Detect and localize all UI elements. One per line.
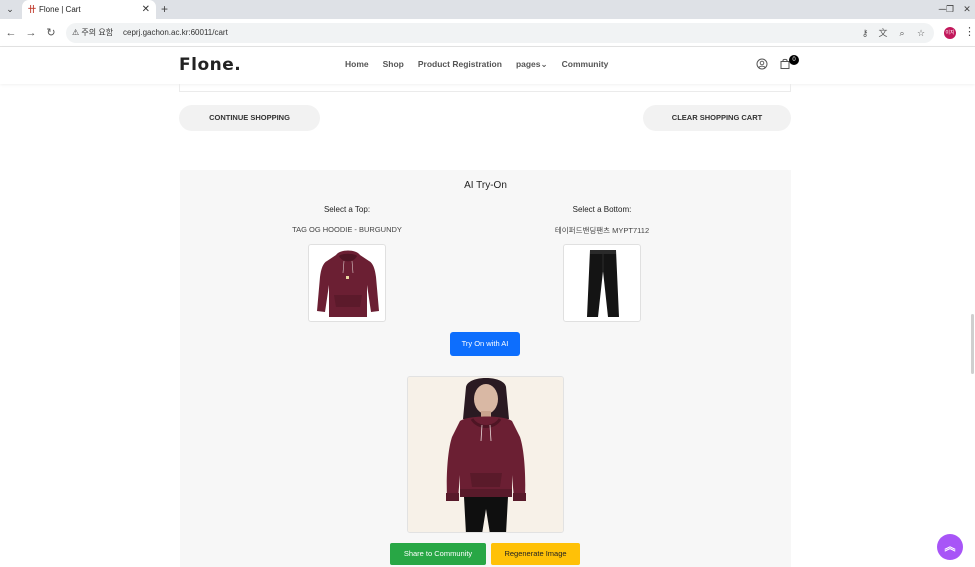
back-arrow-icon[interactable]: ← (4, 26, 18, 40)
tryon-title: AI Try-On (464, 180, 507, 191)
nav-product-registration[interactable]: Product Registration (418, 47, 502, 84)
double-chevron-up-icon: ︽ (944, 541, 956, 553)
cart-table-bottom (179, 84, 791, 92)
clear-shopping-cart-button[interactable]: CLEAR SHOPPING CART (643, 105, 791, 131)
selected-bottom-name: 테이퍼드밴딩팬츠 MYPT7112 (554, 226, 650, 235)
forward-arrow-icon[interactable]: → (24, 26, 38, 40)
main-navigation: Home Shop Product Registration pages⌄ Co… (345, 47, 622, 84)
top-thumbnail[interactable] (308, 244, 386, 322)
share-to-community-button[interactable]: Share to Community (390, 543, 486, 565)
browser-tab[interactable]: 卄 Flone | Cart ✕ (22, 0, 156, 19)
pants-image (587, 250, 619, 317)
browser-menu-icon[interactable]: ⋮ (964, 25, 975, 38)
scroll-to-top-button[interactable]: ︽ (937, 534, 963, 560)
tab-close-icon[interactable]: ✕ (142, 0, 150, 19)
reload-icon[interactable]: ↻ (44, 26, 58, 40)
translate-icon[interactable]: 文 (876, 26, 890, 40)
zoom-icon[interactable]: ⌕ (895, 26, 909, 40)
tryon-result-image (407, 376, 564, 533)
selected-top-name: TAG OG HOODIE - BURGUNDY (292, 225, 402, 234)
address-bar[interactable]: ⚠ 주의 요함 ceprj.gachon.ac.kr:60011/cart ⚷ … (66, 23, 934, 43)
ai-tryon-panel: AI Try-On Select a Top: TAG OG HOODIE - … (180, 170, 791, 567)
new-tab-button[interactable]: + (161, 0, 168, 19)
cart-count-badge: 0 (789, 55, 799, 65)
site-logo[interactable]: Flone. (179, 55, 241, 75)
site-header: Flone. Home Shop Product Registration pa… (0, 47, 975, 84)
nav-community[interactable]: Community (562, 47, 609, 84)
try-on-with-ai-button[interactable]: Try On with AI (450, 332, 520, 356)
scrollbar-thumb[interactable] (971, 314, 974, 374)
password-key-icon[interactable]: ⚷ (858, 26, 872, 40)
select-bottom-label: Select a Bottom: (572, 205, 632, 214)
url-text[interactable]: ceprj.gachon.ac.kr:60011/cart (123, 23, 228, 43)
browser-toolbar: ← → ↻ ⚠ 주의 요함 ceprj.gachon.ac.kr:60011/c… (0, 19, 975, 47)
generated-person-image (408, 377, 563, 532)
hoodie-image (317, 250, 379, 317)
profile-avatar[interactable]: 이지 (944, 27, 956, 39)
page-scrollbar[interactable] (971, 84, 975, 567)
nav-pages[interactable]: pages⌄ (516, 47, 548, 84)
bottom-thumbnail[interactable] (563, 244, 641, 322)
nav-home[interactable]: Home (345, 47, 369, 84)
regenerate-image-button[interactable]: Regenerate Image (491, 543, 580, 565)
close-window-icon[interactable]: ✕ (955, 0, 975, 19)
security-warning-label[interactable]: ⚠ 주의 요함 (72, 26, 113, 40)
tab-search-icon[interactable]: ⌄ (3, 3, 17, 16)
continue-shopping-button[interactable]: CONTINUE SHOPPING (179, 105, 320, 131)
restore-window-icon[interactable]: ❐ (943, 0, 957, 19)
nav-shop[interactable]: Shop (383, 47, 404, 84)
bookmark-star-icon[interactable]: ☆ (914, 26, 928, 40)
tab-title: Flone | Cart (39, 5, 81, 14)
browser-tabstrip: ⌄ 卄 Flone | Cart ✕ + ─ ─ ✕ ❐ (0, 0, 975, 19)
site-favicon-icon: 卄 (28, 5, 36, 14)
select-top-label: Select a Top: (323, 205, 371, 214)
user-icon[interactable] (756, 58, 768, 70)
